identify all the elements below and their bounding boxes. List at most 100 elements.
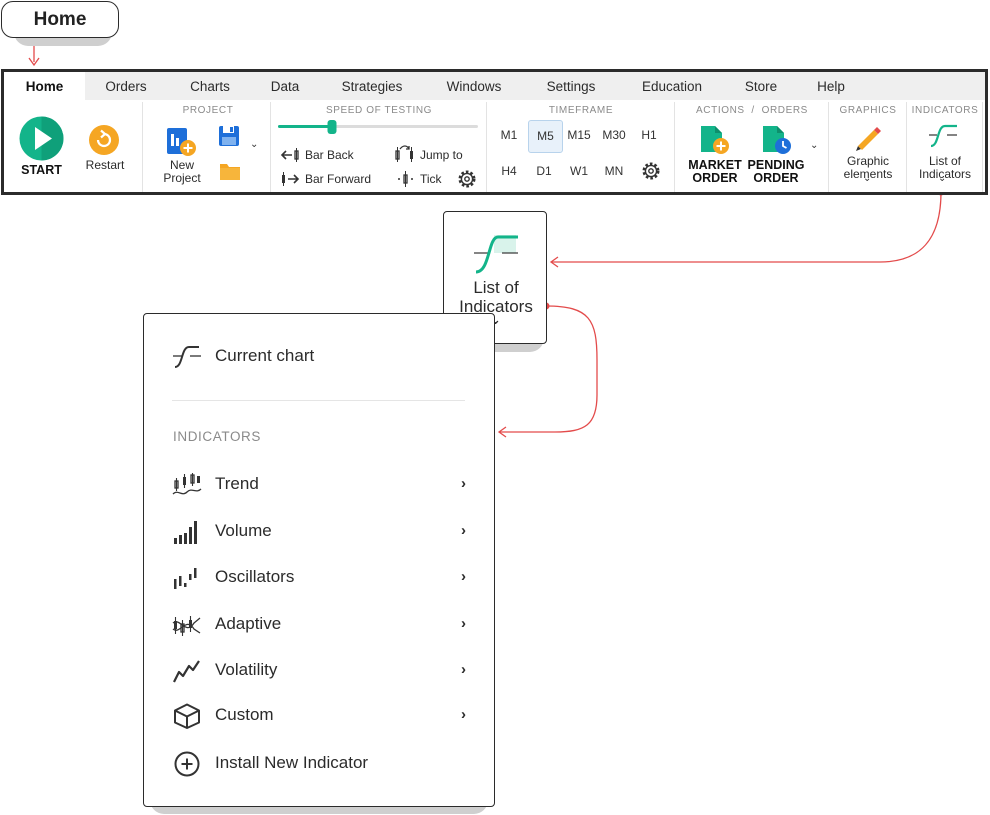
tab-charts[interactable]: Charts <box>180 72 240 100</box>
pending-order-button[interactable]: PENDING ORDER <box>745 159 807 185</box>
tab-orders[interactable]: Orders <box>96 72 156 100</box>
new-project-icon[interactable] <box>165 126 197 158</box>
volatility-label: Volatility <box>215 660 278 679</box>
current-chart-curve-icon <box>173 346 201 368</box>
menu-item-custom[interactable]: Custom › <box>144 701 494 731</box>
tick-button[interactable]: Tick <box>420 173 442 186</box>
menu-item-oscillators[interactable]: Oscillators › <box>144 563 494 593</box>
new-project-label-2: Project <box>163 171 201 185</box>
timeframe-m5[interactable]: M5 <box>528 120 563 153</box>
group-label-timeframe: TIMEFRAME <box>548 105 614 116</box>
trend-label: Trend <box>215 474 259 493</box>
group-label-speed: SPEED OF TESTING <box>325 105 433 116</box>
pending-order-label-2: ORDER <box>753 171 799 185</box>
tab-home[interactable]: Home <box>4 72 85 100</box>
bar-back-icon[interactable] <box>280 147 300 163</box>
timeframe-m30[interactable]: M30 <box>598 122 630 148</box>
tick-icon[interactable] <box>396 170 416 188</box>
trend-chevron-right-icon: › <box>461 475 466 492</box>
menu-item-adaptive[interactable]: Adaptive › <box>144 610 494 640</box>
ribbon-toolbar: Home Orders Charts Data Strategies Windo… <box>1 69 988 195</box>
timeframe-w1[interactable]: W1 <box>563 158 595 184</box>
orders-menu-chevron-icon[interactable]: ⌄ <box>810 140 818 151</box>
timeframe-d1[interactable]: D1 <box>528 158 560 184</box>
market-order-button[interactable]: MARKET ORDER <box>686 159 744 185</box>
menu-item-trend[interactable]: Trend › <box>144 470 494 500</box>
menu-item-volume[interactable]: Volume › <box>144 517 494 547</box>
separator <box>982 102 983 192</box>
indicators-dropdown-menu: Current chart INDICATORS Trend › Volume … <box>143 313 495 807</box>
timeframe-mn[interactable]: MN <box>598 158 630 184</box>
popup-label-1: List of <box>473 278 519 297</box>
save-menu-chevron-icon[interactable]: ⌄ <box>250 139 258 150</box>
separator <box>828 102 829 192</box>
start-button[interactable]: START <box>14 164 69 177</box>
bar-back-button[interactable]: Bar Back <box>305 149 354 162</box>
tab-windows[interactable]: Windows <box>436 72 512 100</box>
menu-item-install-new-indicator[interactable]: Install New Indicator <box>144 749 494 779</box>
timeframe-h4[interactable]: H4 <box>493 158 525 184</box>
timeframe-h1[interactable]: H1 <box>633 122 665 148</box>
trend-icon <box>172 473 202 495</box>
restart-icon[interactable] <box>88 124 120 156</box>
timeframe-m1[interactable]: M1 <box>493 122 525 148</box>
tab-data[interactable]: Data <box>260 72 310 100</box>
pencil-icon[interactable] <box>852 120 884 152</box>
open-folder-icon[interactable] <box>219 161 241 181</box>
tab-education[interactable]: Education <box>630 72 714 100</box>
separator <box>674 102 675 192</box>
restart-button[interactable]: Restart <box>76 159 134 172</box>
volatility-icon <box>173 660 200 683</box>
menu-item-current-chart[interactable]: Current chart <box>144 342 494 372</box>
timeframe-m15[interactable]: M15 <box>563 122 595 148</box>
tab-bar: Home Orders Charts Data Strategies Windo… <box>4 72 985 100</box>
custom-cube-icon <box>174 703 200 729</box>
save-icon[interactable] <box>218 125 240 147</box>
timeframe-settings-gear-icon[interactable] <box>641 161 661 181</box>
market-order-icon[interactable] <box>698 124 732 156</box>
bar-forward-icon[interactable] <box>280 171 300 187</box>
add-circle-icon <box>174 751 200 777</box>
install-new-indicator-label: Install New Indicator <box>215 753 369 772</box>
menu-section-indicators: INDICATORS <box>173 429 262 444</box>
menu-divider <box>172 400 465 401</box>
separator <box>270 102 271 192</box>
oscillators-icon <box>174 568 197 589</box>
current-chart-label: Current chart <box>215 346 315 365</box>
separator <box>142 102 143 192</box>
group-label-graphics: GRAPHICS <box>839 105 897 116</box>
bar-forward-button[interactable]: Bar Forward <box>305 173 371 186</box>
menu-item-volatility[interactable]: Volatility › <box>144 656 494 686</box>
volatility-chevron-right-icon: › <box>461 661 466 678</box>
tab-help[interactable]: Help <box>806 72 856 100</box>
separator <box>486 102 487 192</box>
speed-slider[interactable] <box>276 118 482 136</box>
volume-label: Volume <box>215 521 272 540</box>
pending-order-icon[interactable] <box>760 124 794 156</box>
custom-label: Custom <box>215 705 274 724</box>
adaptive-chevron-right-icon: › <box>461 615 466 632</box>
volume-chevron-right-icon: › <box>461 522 466 539</box>
market-order-label-2: ORDER <box>692 171 738 185</box>
oscillators-label: Oscillators <box>215 567 295 586</box>
tab-settings[interactable]: Settings <box>534 72 608 100</box>
custom-chevron-right-icon: › <box>461 706 466 723</box>
oscillators-chevron-right-icon: › <box>461 568 466 585</box>
start-play-icon[interactable] <box>19 116 64 161</box>
graphic-elements-chevron-icon[interactable]: ⌄ <box>863 173 871 184</box>
jump-to-button[interactable]: Jump to <box>420 149 463 162</box>
separator <box>906 102 907 192</box>
group-label-project: PROJECT <box>182 105 234 116</box>
group-label-actions-orders: ACTIONS / ORDERS <box>696 105 808 116</box>
volume-bars-icon <box>174 521 197 544</box>
indicators-curve-icon <box>474 235 518 274</box>
speed-settings-gear-icon[interactable] <box>457 169 477 189</box>
jump-to-icon[interactable] <box>394 145 416 163</box>
tab-strategies[interactable]: Strategies <box>330 72 414 100</box>
group-label-indicators: INDICATORS <box>911 105 979 116</box>
home-callout: Home <box>1 1 119 38</box>
tab-store[interactable]: Store <box>736 72 786 100</box>
new-project-button[interactable]: New Project <box>154 159 210 185</box>
indicators-curve-icon[interactable] <box>927 121 959 151</box>
list-of-indicators-chevron-icon[interactable]: ⌄ <box>938 173 946 184</box>
